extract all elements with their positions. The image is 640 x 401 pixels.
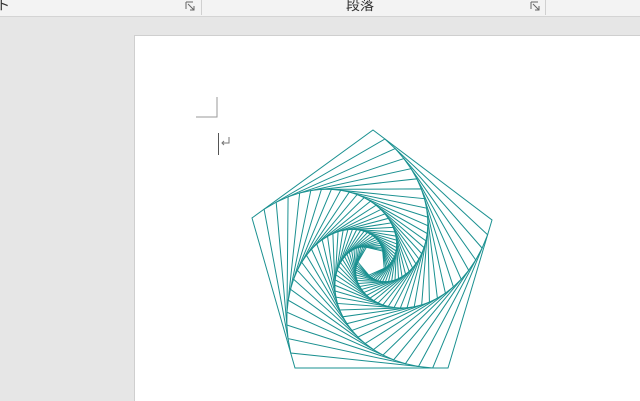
paragraph-mark (218, 133, 232, 155)
ribbon-separator (545, 0, 546, 15)
spiral-pentagon (286, 168, 470, 361)
font-dialog-launcher-icon[interactable] (185, 1, 196, 12)
pentagon-spiral-drawing[interactable] (240, 120, 510, 380)
paragraph-dialog-launcher-icon[interactable] (530, 1, 541, 12)
spiral-pentagon (301, 191, 430, 332)
ribbon: ト 段落 (0, 0, 640, 17)
spiral-pentagon (292, 188, 446, 345)
font-group-label: ト (0, 0, 10, 14)
spiral-pentagon (321, 204, 425, 309)
margin-corner-mark (196, 97, 218, 118)
spiral-pentagon (305, 193, 429, 325)
paragraph-group-label: 段落 (346, 0, 374, 14)
ribbon-separator (201, 0, 202, 15)
